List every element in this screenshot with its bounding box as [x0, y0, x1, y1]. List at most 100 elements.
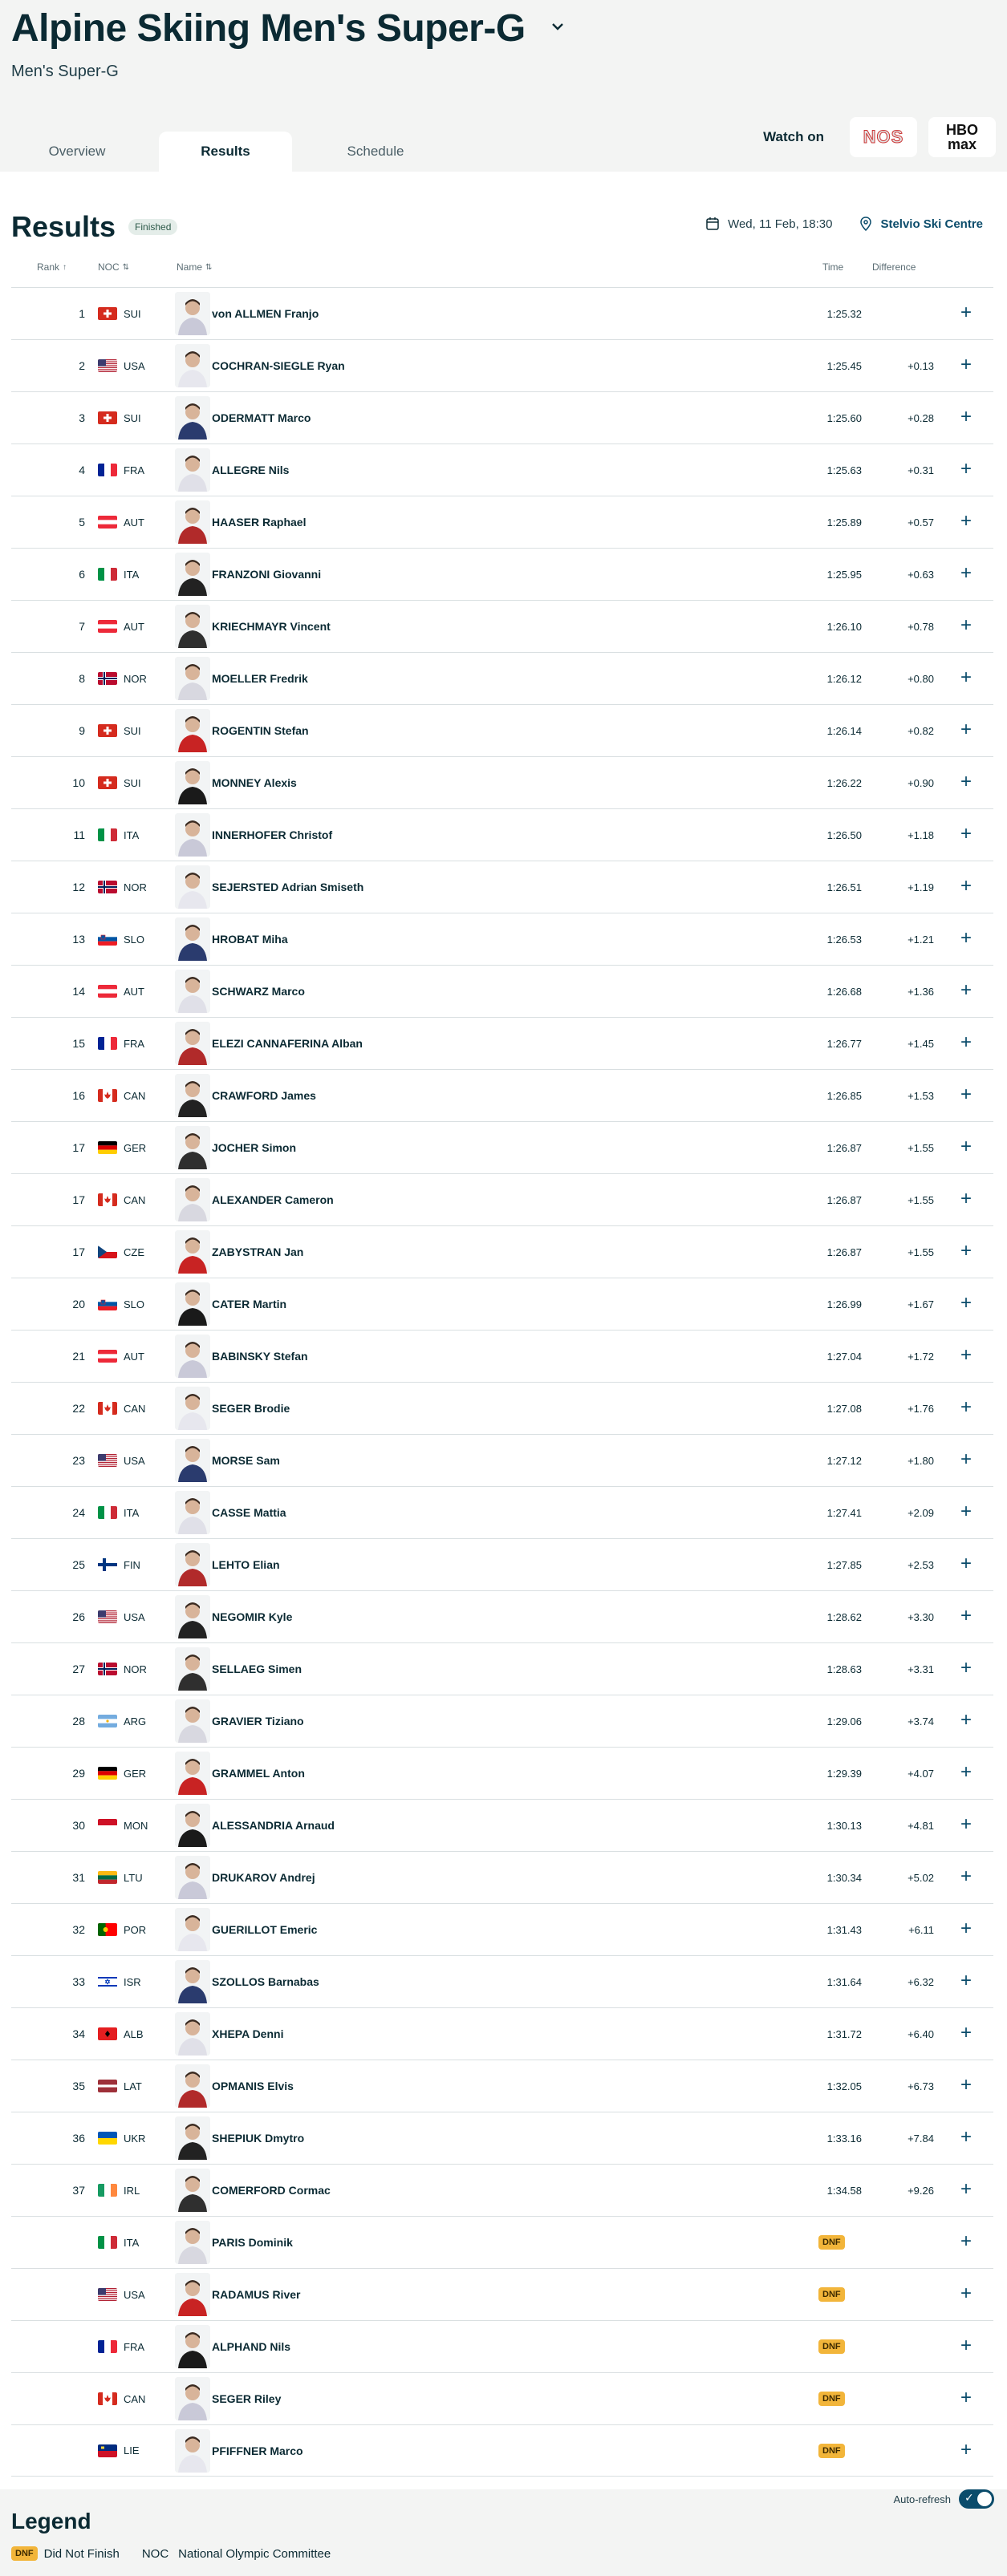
athlete-name[interactable]: HAASER Raphael — [212, 516, 306, 529]
athlete-name[interactable]: ZABYSTRAN Jan — [212, 1245, 303, 1258]
athlete-name[interactable]: RADAMUS River — [212, 2288, 300, 2301]
table-row[interactable]: 16 CAN CRAWFORD James 1:26.85 +1.53 + — [11, 1069, 993, 1121]
table-row[interactable]: FRA ALPHAND Nils DNF + — [11, 2320, 993, 2372]
plus-icon[interactable]: + — [956, 512, 976, 532]
table-row[interactable]: 13 SLO HROBAT Miha 1:26.53 +1.21 + — [11, 913, 993, 965]
table-row[interactable]: USA RADAMUS River DNF + — [11, 2268, 993, 2320]
chevron-down-icon[interactable] — [551, 20, 564, 33]
athlete-name[interactable]: SELLAEG Simen — [212, 1663, 302, 1675]
athlete-name[interactable]: von ALLMEN Franjo — [212, 307, 319, 320]
plus-icon[interactable]: + — [956, 2076, 976, 2096]
table-row[interactable]: 17 CZE ZABYSTRAN Jan 1:26.87 +1.55 + — [11, 1225, 993, 1278]
table-row[interactable]: 30 MON ALESSANDRIA Arnaud 1:30.13 +4.81 + — [11, 1799, 993, 1851]
athlete-name[interactable]: OPMANIS Elvis — [212, 2080, 294, 2092]
athlete-name[interactable]: HROBAT Miha — [212, 933, 288, 946]
plus-icon[interactable]: + — [956, 668, 976, 688]
tab-schedule[interactable]: Schedule — [310, 132, 441, 172]
plus-icon[interactable]: + — [956, 2180, 976, 2200]
athlete-name[interactable]: FRANZONI Giovanni — [212, 568, 321, 581]
athlete-name[interactable]: CATER Martin — [212, 1298, 286, 1310]
athlete-name[interactable]: MOELLER Fredrik — [212, 672, 308, 685]
plus-icon[interactable]: + — [956, 407, 976, 427]
plus-icon[interactable]: + — [956, 1085, 976, 1105]
tab-results[interactable]: Results — [159, 132, 292, 172]
table-row[interactable]: 6 ITA FRANZONI Giovanni 1:25.95 +0.63 + — [11, 548, 993, 600]
athlete-name[interactable]: INNERHOFER Christof — [212, 828, 332, 841]
table-row[interactable]: 4 FRA ALLEGRE Nils 1:25.63 +0.31 + — [11, 444, 993, 496]
athlete-name[interactable]: COCHRAN-SIEGLE Ryan — [212, 359, 345, 372]
table-row[interactable]: 5 AUT HAASER Raphael 1:25.89 +0.57 + — [11, 496, 993, 548]
plus-icon[interactable]: + — [956, 564, 976, 584]
plus-icon[interactable]: + — [956, 2284, 976, 2304]
nos-provider-button[interactable]: NOS — [850, 117, 917, 157]
table-row[interactable]: 26 USA NEGOMIR Kyle 1:28.62 +3.30 + — [11, 1590, 993, 1642]
athlete-name[interactable]: CASSE Mattia — [212, 1506, 286, 1519]
athlete-name[interactable]: ODERMATT Marco — [212, 411, 311, 424]
plus-icon[interactable]: + — [956, 2128, 976, 2148]
table-row[interactable]: 7 AUT KRIECHMAYR Vincent 1:26.10 +0.78 + — [11, 600, 993, 652]
plus-icon[interactable]: + — [956, 2232, 976, 2252]
athlete-name[interactable]: ALPHAND Nils — [212, 2340, 290, 2353]
table-row[interactable]: 8 NOR MOELLER Fredrik 1:26.12 +0.80 + — [11, 652, 993, 704]
tab-overview[interactable]: Overview — [11, 132, 143, 172]
table-row[interactable]: 3 SUI ODERMATT Marco 1:25.60 +0.28 + — [11, 391, 993, 444]
column-header-name[interactable]: Name ⇅ — [177, 261, 212, 273]
table-row[interactable]: 31 LTU DRUKAROV Andrej 1:30.34 +5.02 + — [11, 1851, 993, 1903]
auto-refresh-toggle[interactable]: ✓ — [959, 2489, 994, 2509]
plus-icon[interactable]: + — [956, 1502, 976, 1522]
table-row[interactable]: 21 AUT BABINSKY Stefan 1:27.04 +1.72 + — [11, 1330, 993, 1382]
athlete-name[interactable]: SEGER Riley — [212, 2392, 281, 2405]
athlete-name[interactable]: MORSE Sam — [212, 1454, 280, 1467]
plus-icon[interactable]: + — [956, 981, 976, 1001]
athlete-name[interactable]: PARIS Dominik — [212, 2236, 293, 2249]
table-row[interactable]: LIE PFIFFNER Marco DNF + — [11, 2424, 993, 2477]
athlete-name[interactable]: COMERFORD Cormac — [212, 2184, 331, 2197]
athlete-name[interactable]: SHEPIUK Dmytro — [212, 2132, 304, 2145]
table-row[interactable]: 33 ISR SZOLLOS Barnabas 1:31.64 +6.32 + — [11, 1955, 993, 2007]
plus-icon[interactable]: + — [956, 720, 976, 740]
plus-icon[interactable]: + — [956, 1189, 976, 1209]
athlete-name[interactable]: ELEZI CANNAFERINA Alban — [212, 1037, 363, 1050]
table-row[interactable]: 24 ITA CASSE Mattia 1:27.41 +2.09 + — [11, 1486, 993, 1538]
athlete-name[interactable]: ALEXANDER Cameron — [212, 1193, 334, 1206]
table-row[interactable]: 29 GER GRAMMEL Anton 1:29.39 +4.07 + — [11, 1747, 993, 1799]
table-row[interactable]: CAN SEGER Riley DNF + — [11, 2372, 993, 2424]
plus-icon[interactable]: + — [956, 1554, 976, 1574]
athlete-name[interactable]: SEGER Brodie — [212, 1402, 290, 1415]
event-venue[interactable]: Stelvio Ski Centre — [859, 217, 983, 231]
athlete-name[interactable]: ALESSANDRIA Arnaud — [212, 1819, 335, 1832]
table-row[interactable]: 9 SUI ROGENTIN Stefan 1:26.14 +0.82 + — [11, 704, 993, 756]
plus-icon[interactable]: + — [956, 772, 976, 792]
table-row[interactable]: 37 IRL COMERFORD Cormac 1:34.58 +9.26 + — [11, 2164, 993, 2216]
table-row[interactable]: 32 POR GUERILLOT Emeric 1:31.43 +6.11 + — [11, 1903, 993, 1955]
table-row[interactable]: 10 SUI MONNEY Alexis 1:26.22 +0.90 + — [11, 756, 993, 808]
plus-icon[interactable]: + — [956, 824, 976, 844]
athlete-name[interactable]: NEGOMIR Kyle — [212, 1610, 292, 1623]
athlete-name[interactable]: ROGENTIN Stefan — [212, 724, 309, 737]
plus-icon[interactable]: + — [956, 1241, 976, 1262]
plus-icon[interactable]: + — [956, 1867, 976, 1887]
athlete-name[interactable]: GUERILLOT Emeric — [212, 1923, 317, 1936]
athlete-name[interactable]: GRAMMEL Anton — [212, 1767, 305, 1780]
column-header-rank[interactable]: Rank ↑ — [37, 261, 67, 273]
table-row[interactable]: 28 ARG GRAVIER Tiziano 1:29.06 +3.74 + — [11, 1695, 993, 1747]
plus-icon[interactable]: + — [956, 1346, 976, 1366]
table-row[interactable]: 17 GER JOCHER Simon 1:26.87 +1.55 + — [11, 1121, 993, 1173]
plus-icon[interactable]: + — [956, 1763, 976, 1783]
plus-icon[interactable]: + — [956, 1711, 976, 1731]
table-row[interactable]: 36 UKR SHEPIUK Dmytro 1:33.16 +7.84 + — [11, 2112, 993, 2164]
athlete-name[interactable]: KRIECHMAYR Vincent — [212, 620, 331, 633]
column-header-noc[interactable]: NOC ⇅ — [98, 261, 129, 273]
athlete-name[interactable]: SCHWARZ Marco — [212, 985, 305, 998]
plus-icon[interactable]: + — [956, 1294, 976, 1314]
plus-icon[interactable]: + — [956, 355, 976, 375]
plus-icon[interactable]: + — [956, 1919, 976, 1939]
plus-icon[interactable]: + — [956, 1971, 976, 1991]
table-row[interactable]: 20 SLO CATER Martin 1:26.99 +1.67 + — [11, 1278, 993, 1330]
table-row[interactable]: 25 FIN LEHTO Elian 1:27.85 +2.53 + — [11, 1538, 993, 1590]
athlete-name[interactable]: XHEPA Denni — [212, 2027, 283, 2040]
table-row[interactable]: 35 LAT OPMANIS Elvis 1:32.05 +6.73 + — [11, 2060, 993, 2112]
table-row[interactable]: 12 NOR SEJERSTED Adrian Smiseth 1:26.51 +1.1… — [11, 861, 993, 913]
plus-icon[interactable]: + — [956, 1606, 976, 1626]
athlete-name[interactable]: GRAVIER Tiziano — [212, 1715, 304, 1727]
